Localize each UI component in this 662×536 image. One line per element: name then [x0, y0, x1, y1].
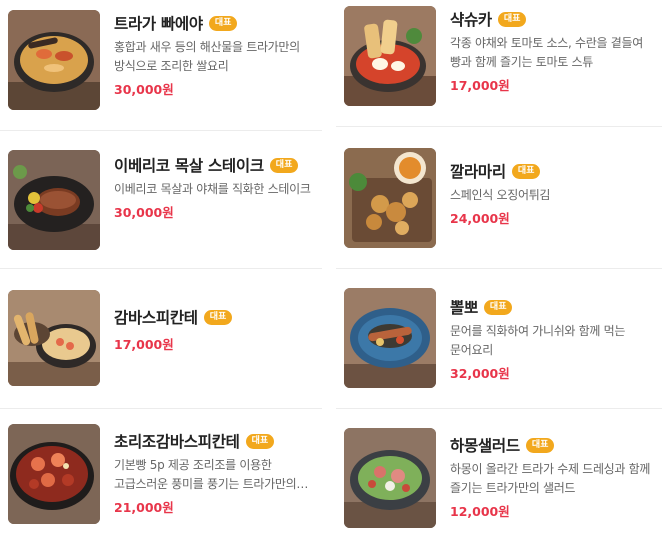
name-row: 초리조감바스피칸테 대표 — [114, 428, 320, 454]
row-divider — [0, 130, 322, 131]
item-name: 이베리코 목살 스테이크 — [114, 157, 264, 175]
menu-item-gambas[interactable]: 감바스피칸테 대표 17,000원 — [0, 280, 322, 410]
item-info: 하몽샐러드 대표 하몽이 올라간 트라가 수제 드레싱과 함께 즐기는 트라가만… — [450, 432, 656, 520]
calamari-illustration — [344, 148, 436, 248]
menu-item-chorizo-gambas[interactable]: 초리조감바스피칸테 대표 기본빵 5p 제공 조리조를 이용한 고급스러운 풍미… — [0, 416, 322, 536]
signature-badge: 대표 — [525, 437, 555, 453]
menu-item-paella[interactable]: 트라가 빠에야 대표 홍합과 새우 등의 해산물을 트라가만의 방식으로 조리한… — [0, 0, 322, 130]
shakshuka-image — [344, 6, 436, 106]
item-price: 30,000원 — [114, 82, 174, 97]
item-price: 17,000원 — [450, 78, 510, 93]
pulpo-illustration — [344, 288, 436, 388]
steak-image — [8, 150, 100, 250]
item-info: 뽈뽀 대표 문어를 직화하여 가니쉬와 함께 먹는 문어요리 32,000원 — [450, 294, 656, 382]
jamon-salad-illustration — [344, 428, 436, 528]
menu-item-calamari[interactable]: 깔라마리 대표 스페인식 오징어튀김 24,000원 — [336, 138, 658, 268]
menu-item-pulpo[interactable]: 뽈뽀 대표 문어를 직화하여 가니쉬와 함께 먹는 문어요리 32,000원 — [336, 280, 658, 410]
item-name: 깔라마리 — [450, 163, 506, 181]
jamon-salad-image — [344, 428, 436, 528]
steak-illustration — [8, 150, 100, 250]
item-name: 하몽샐러드 — [450, 437, 520, 455]
name-row: 감바스피칸테 대표 — [114, 304, 320, 330]
menu-item-shakshuka[interactable]: 샥슈카 대표 각종 야채와 토마토 소스, 수란을 곁들여 빵과 함께 즐기는 … — [336, 0, 658, 130]
pulpo-image — [344, 288, 436, 388]
shakshuka-illustration — [344, 6, 436, 106]
row-divider — [336, 268, 662, 269]
gambas-illustration — [8, 290, 100, 386]
item-price: 32,000원 — [450, 366, 510, 381]
chorizo-gambas-image — [8, 424, 100, 524]
item-name: 감바스피칸테 — [114, 309, 198, 327]
item-description: 기본빵 5p 제공 조리조를 이용한 고급스러운 풍미를 풍기는 트라가만의 조… — [114, 458, 297, 491]
name-row: 트라가 빠에야 대표 — [114, 10, 320, 36]
item-price: 17,000원 — [114, 337, 174, 352]
item-name: 트라가 빠에야 — [114, 15, 203, 33]
calamari-image — [344, 148, 436, 248]
paella-illustration — [8, 10, 100, 110]
menu-item-jamon-salad[interactable]: 하몽샐러드 대표 하몽이 올라간 트라가 수제 드레싱과 함께 즐기는 트라가만… — [336, 416, 658, 536]
item-info: 초리조감바스피칸테 대표 기본빵 5p 제공 조리조를 이용한 고급스러운 풍미… — [114, 428, 320, 516]
name-row: 깔라마리 대표 — [450, 158, 656, 184]
item-price: 21,000원 — [114, 500, 174, 515]
item-description: 홍합과 새우 등의 해산물을 트라가만의 방식으로 조리한 쌀요리 — [114, 40, 300, 73]
item-price: 24,000원 — [450, 211, 510, 226]
menu-grid: 트라가 빠에야 대표 홍합과 새우 등의 해산물을 트라가만의 방식으로 조리한… — [0, 0, 662, 536]
item-info: 이베리코 목살 스테이크 대표 이베리코 목살과 야채를 직화한 스테이크 30… — [114, 152, 320, 221]
item-price: 30,000원 — [114, 205, 174, 220]
item-info: 깔라마리 대표 스페인식 오징어튀김 24,000원 — [450, 158, 656, 227]
name-row: 하몽샐러드 대표 — [450, 432, 656, 458]
signature-badge: 대표 — [245, 433, 275, 449]
item-description: 하몽이 올라간 트라가 수제 드레싱과 함께 즐기는 트라가만의 샐러드 — [450, 462, 651, 495]
item-description: 이베리코 목살과 야채를 직화한 스테이크 — [114, 182, 311, 196]
row-divider — [336, 126, 662, 127]
item-name: 뽈뽀 — [450, 299, 478, 317]
signature-badge: 대표 — [203, 309, 233, 325]
gambas-image — [8, 290, 100, 386]
item-price: 12,000원 — [450, 504, 510, 519]
name-row: 샥슈카 대표 — [450, 6, 656, 32]
signature-badge: 대표 — [208, 15, 238, 31]
item-info: 감바스피칸테 대표 17,000원 — [114, 304, 320, 353]
item-name: 초리조감바스피칸테 — [114, 433, 240, 451]
signature-badge: 대표 — [511, 163, 541, 179]
signature-badge: 대표 — [269, 157, 299, 173]
item-description: 문어를 직화하여 가니쉬와 함께 먹는 문어요리 — [450, 324, 626, 357]
item-description: 각종 야채와 토마토 소스, 수란을 곁들여 빵과 함께 즐기는 토마토 스튜 — [450, 36, 643, 69]
paella-pan-image — [8, 10, 100, 110]
item-name: 샥슈카 — [450, 11, 492, 29]
item-info: 샥슈카 대표 각종 야채와 토마토 소스, 수란을 곁들여 빵과 함께 즐기는 … — [450, 6, 656, 94]
name-row: 뽈뽀 대표 — [450, 294, 656, 320]
signature-badge: 대표 — [483, 299, 513, 315]
row-divider — [0, 408, 322, 409]
item-description: 스페인식 오징어튀김 — [450, 188, 551, 202]
signature-badge: 대표 — [497, 11, 527, 27]
row-divider — [336, 408, 662, 409]
row-divider — [0, 268, 322, 269]
name-row: 이베리코 목살 스테이크 대표 — [114, 152, 320, 178]
item-info: 트라가 빠에야 대표 홍합과 새우 등의 해산물을 트라가만의 방식으로 조리한… — [114, 10, 320, 98]
menu-item-iberico-steak[interactable]: 이베리코 목살 스테이크 대표 이베리코 목살과 야채를 직화한 스테이크 30… — [0, 140, 322, 270]
chorizo-gambas-illustration — [8, 424, 100, 524]
